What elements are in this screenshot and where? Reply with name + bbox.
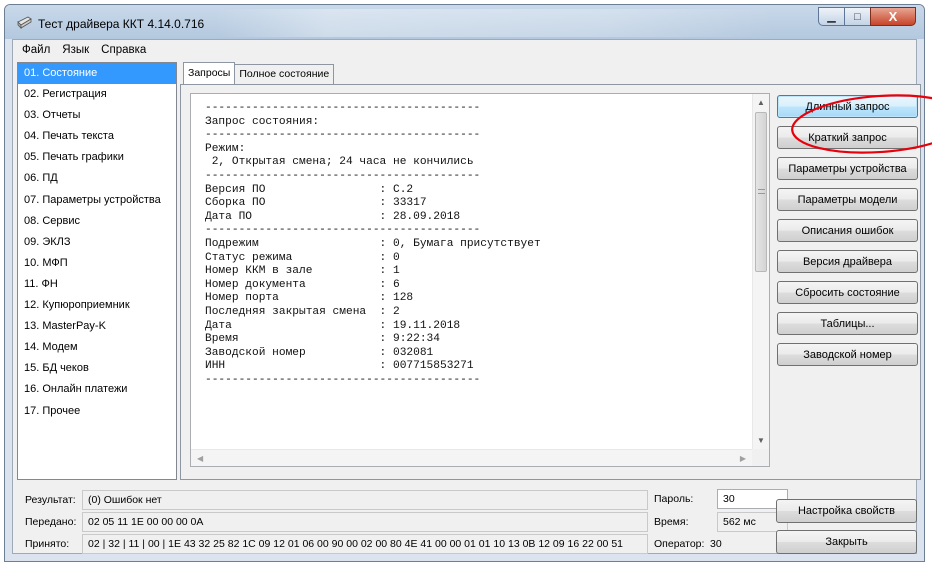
- device-params-button[interactable]: Параметры устройства: [777, 157, 918, 180]
- vertical-scrollbar[interactable]: ▲ ▼: [752, 94, 769, 449]
- output-line: Запрос состояния:: [205, 115, 320, 128]
- client-area: Файл Язык Справка 01. Состояние 02. Реги…: [12, 39, 921, 554]
- sidebar-item-print-text[interactable]: 04. Печать текста: [18, 126, 176, 147]
- output-line: ----------------------------------------…: [205, 129, 481, 142]
- output-line: Время : 9:22:34: [205, 333, 440, 346]
- sidebar-item-fn[interactable]: 11. ФН: [18, 274, 176, 295]
- output-textbox[interactable]: ----------------------------------------…: [190, 93, 770, 467]
- received-label: Принято:: [25, 538, 70, 550]
- sidebar-item-pd[interactable]: 06. ПД: [18, 168, 176, 189]
- output-line: Номер документа : 6: [205, 278, 400, 291]
- output-line: ----------------------------------------…: [205, 224, 481, 237]
- driver-version-button[interactable]: Версия драйвера: [777, 250, 918, 273]
- output-line: Последняя закрытая смена : 2: [205, 305, 400, 318]
- scroll-down-icon[interactable]: ▼: [753, 432, 769, 449]
- error-descriptions-button[interactable]: Описания ошибок: [777, 219, 918, 242]
- horizontal-scrollbar[interactable]: ◀ ▶: [191, 449, 752, 466]
- close-button[interactable]: Закрыть: [776, 530, 917, 554]
- output-line: ----------------------------------------…: [205, 169, 481, 182]
- sidebar-item-other[interactable]: 17. Прочее: [18, 401, 176, 422]
- status-panel: Результат: (0) Ошибок нет Передано: 02 0…: [13, 486, 917, 554]
- output-line: 2, Открытая смена; 24 часа не кончились: [205, 156, 474, 169]
- sidebar-list: 01. Состояние 02. Регистрация 03. Отчеты…: [17, 62, 177, 480]
- maximize-button[interactable]: □: [844, 7, 871, 26]
- reset-state-button[interactable]: Сбросить состояние: [777, 281, 918, 304]
- scroll-up-icon[interactable]: ▲: [753, 94, 769, 111]
- close-icon: X: [888, 9, 898, 24]
- short-request-button[interactable]: Краткий запрос: [777, 126, 918, 149]
- menu-file[interactable]: Файл: [17, 44, 57, 56]
- sidebar-item-receipts-db[interactable]: 15. БД чеков: [18, 358, 176, 379]
- serial-number-button[interactable]: Заводской номер: [777, 343, 918, 366]
- tab-strip: Запросы Полное состояние: [183, 62, 335, 84]
- window-title: Тест драйвера ККТ 4.14.0.716: [38, 17, 205, 31]
- sidebar-item-masterpay[interactable]: 13. MasterPay-K: [18, 316, 176, 337]
- output-line: Подрежим : 0, Бумага присутствует: [205, 237, 541, 250]
- output-line: ИНН : 007715853271: [205, 360, 474, 373]
- sidebar-item-online-payments[interactable]: 16. Онлайн платежи: [18, 379, 176, 400]
- output-text: ----------------------------------------…: [205, 102, 749, 448]
- operator-label: Оператор:: [654, 538, 705, 550]
- maximize-icon: □: [854, 10, 861, 23]
- scrollbar-corner: [752, 449, 769, 466]
- output-line: Дата : 19.11.2018: [205, 319, 461, 332]
- printer-app-icon: [17, 16, 32, 29]
- tab-full-state[interactable]: Полное состояние: [234, 64, 335, 84]
- output-line: Номер порта : 128: [205, 292, 414, 305]
- sidebar-item-registration[interactable]: 02. Регистрация: [18, 84, 176, 105]
- output-line: ----------------------------------------…: [205, 373, 481, 386]
- title-bar[interactable]: Тест драйвера ККТ 4.14.0.716 ▁ □ X: [5, 5, 924, 39]
- password-label: Пароль:: [654, 493, 694, 505]
- app-window: Тест драйвера ККТ 4.14.0.716 ▁ □ X Файл …: [4, 4, 925, 562]
- model-params-button[interactable]: Параметры модели: [777, 188, 918, 211]
- sidebar-item-eklz[interactable]: 09. ЭКЛЗ: [18, 232, 176, 253]
- sidebar-item-print-graphics[interactable]: 05. Печать графики: [18, 147, 176, 168]
- sidebar-item-bill-acceptor[interactable]: 12. Купюроприемник: [18, 295, 176, 316]
- sidebar-item-mfp[interactable]: 10. МФП: [18, 253, 176, 274]
- tab-requests[interactable]: Запросы: [183, 62, 236, 84]
- output-line: Номер ККМ в зале : 1: [205, 265, 400, 278]
- time-label: Время:: [654, 516, 689, 528]
- result-field: (0) Ошибок нет: [82, 490, 648, 510]
- sent-label: Передано:: [25, 516, 77, 528]
- close-window-button[interactable]: X: [870, 7, 916, 26]
- output-line: ----------------------------------------…: [205, 102, 481, 114]
- menu-language[interactable]: Язык: [57, 44, 96, 56]
- minimize-button[interactable]: ▁: [818, 7, 845, 26]
- received-field: 02 | 32 | 11 | 00 | 1E 43 32 25 82 1C 09…: [82, 534, 648, 554]
- output-line: Статус режима : 0: [205, 251, 400, 264]
- output-line: Режим:: [205, 142, 246, 155]
- operator-value: 30: [710, 538, 722, 550]
- output-line: Заводской номер : 032081: [205, 346, 434, 359]
- sidebar-item-device-params[interactable]: 07. Параметры устройства: [18, 190, 176, 211]
- title-bar-glare: [215, 9, 775, 37]
- sidebar-item-service[interactable]: 08. Сервис: [18, 211, 176, 232]
- result-label: Результат:: [25, 494, 76, 506]
- minimize-icon: ▁: [827, 11, 836, 23]
- sent-field: 02 05 11 1E 00 00 00 0A: [82, 512, 648, 532]
- output-line: Дата ПО : 28.09.2018: [205, 210, 461, 223]
- sidebar-item-reports[interactable]: 03. Отчеты: [18, 105, 176, 126]
- long-request-button[interactable]: Длинный запрос: [777, 95, 918, 118]
- output-line: Сборка ПО : 33317: [205, 197, 427, 210]
- tables-button[interactable]: Таблицы...: [777, 312, 918, 335]
- sidebar-item-modem[interactable]: 14. Модем: [18, 337, 176, 358]
- sidebar-item-state[interactable]: 01. Состояние: [18, 63, 176, 85]
- output-line: Версия ПО : C.2: [205, 183, 414, 196]
- menu-help[interactable]: Справка: [96, 44, 153, 56]
- tab-panel: ----------------------------------------…: [180, 84, 921, 480]
- menu-bar: Файл Язык Справка: [13, 40, 916, 59]
- scroll-thumb[interactable]: [755, 112, 767, 272]
- scroll-right-icon[interactable]: ▶: [740, 454, 746, 463]
- scroll-left-icon[interactable]: ◀: [197, 454, 203, 463]
- settings-button[interactable]: Настройка свойств: [776, 499, 917, 523]
